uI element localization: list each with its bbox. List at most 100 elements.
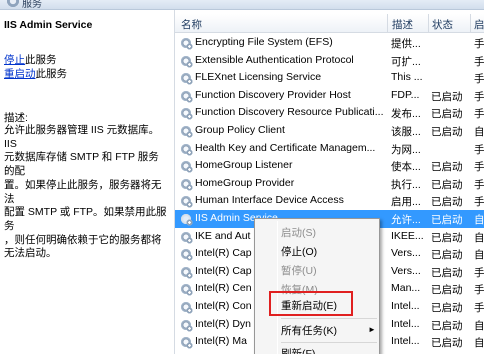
service-description-cell: Intel... bbox=[391, 335, 420, 348]
menu-item-all-tasks[interactable]: 所有任务(K) bbox=[281, 323, 337, 338]
description-line: 元数据库存储 SMTP 和 FTP 服务的配 bbox=[4, 151, 159, 178]
service-name-cell: HomeGroup Provider bbox=[195, 176, 295, 189]
service-name-cell: Group Policy Client bbox=[195, 123, 285, 136]
service-startup-cell: 手 bbox=[474, 55, 484, 68]
description-text: 允许此服务器管理 IIS 元数据库。IIS 元数据库存储 SMTP 和 FTP … bbox=[4, 124, 168, 261]
service-status-cell: 已启动 bbox=[431, 90, 463, 103]
service-status-cell: 已启动 bbox=[431, 266, 463, 279]
title-bar: 服务 bbox=[0, 0, 484, 10]
services-gear-icon bbox=[6, 0, 20, 8]
service-status-cell: 已启动 bbox=[431, 125, 463, 138]
column-header-name[interactable]: 名称 bbox=[181, 17, 202, 32]
service-startup-cell: 自 bbox=[474, 231, 484, 244]
service-startup-cell: 自 bbox=[474, 213, 484, 226]
service-description-cell: 启用... bbox=[391, 196, 421, 209]
service-name-cell: Human Interface Device Access bbox=[195, 194, 344, 207]
service-name-cell: Encrypting File System (EFS) bbox=[195, 36, 333, 48]
column-header-startup-type[interactable]: 启 bbox=[474, 17, 484, 32]
stop-service-link[interactable]: 停止 bbox=[4, 54, 25, 66]
service-description-cell: Vers... bbox=[391, 264, 421, 277]
table-row[interactable]: FLEXnet Licensing Service This ... 手 bbox=[175, 69, 484, 87]
service-startup-cell: 手 bbox=[474, 284, 484, 297]
service-gear-icon bbox=[180, 336, 193, 350]
table-row[interactable]: Group Policy Client 该服... 已启动自 bbox=[175, 122, 484, 140]
service-description-cell: IKEE... bbox=[391, 229, 424, 242]
menu-item-stop[interactable]: 停止(O) bbox=[281, 244, 317, 259]
service-status-cell: 已启动 bbox=[431, 301, 463, 314]
restart-service-line: 重启动此服务 bbox=[4, 66, 67, 81]
description-pane: IIS Admin Service 停止此服务 重启动此服务 描述: 允许此服务… bbox=[0, 10, 173, 354]
service-gear-icon bbox=[180, 265, 193, 279]
service-status-cell: 已启动 bbox=[431, 213, 463, 226]
service-gear-icon bbox=[180, 195, 193, 209]
service-name-cell: Health Key and Certificate Managem... bbox=[195, 141, 376, 154]
menu-separator bbox=[281, 342, 377, 343]
service-description-cell: Intel... bbox=[391, 317, 420, 330]
service-name-cell: FLEXnet Licensing Service bbox=[195, 71, 322, 84]
submenu-arrow-icon: ► bbox=[368, 325, 376, 334]
description-line: 置。如果停止此服务，服务器将无法 bbox=[4, 178, 162, 205]
service-description-cell: 提供... bbox=[391, 38, 421, 50]
table-row[interactable]: HomeGroup Provider 执行... 已启动手 bbox=[175, 175, 484, 193]
service-status-cell: 已启动 bbox=[431, 196, 463, 209]
service-gear-icon bbox=[180, 248, 193, 262]
service-status-cell: 已启动 bbox=[431, 178, 463, 191]
table-row[interactable]: Function Discovery Provider Host FDP... 已启… bbox=[175, 87, 484, 105]
column-header-description[interactable]: 描述 bbox=[392, 17, 413, 32]
service-gear-icon bbox=[180, 230, 193, 244]
service-startup-cell: 手 bbox=[474, 266, 484, 279]
table-row[interactable]: Encrypting File System (EFS) 提供... 手 bbox=[175, 34, 484, 52]
service-gear-icon bbox=[180, 300, 193, 314]
window-title: 服务 bbox=[22, 0, 42, 10]
service-startup-cell: 自 bbox=[474, 249, 484, 262]
service-startup-cell: 手 bbox=[474, 38, 484, 50]
stop-service-line: 停止此服务 bbox=[4, 52, 57, 67]
service-description-cell: Intel... bbox=[391, 299, 420, 312]
service-description-cell: 执行... bbox=[391, 178, 421, 191]
service-name-cell: Function Discovery Resource Publicati... bbox=[195, 106, 384, 119]
restart-highlight-box bbox=[269, 291, 353, 316]
service-status-cell: 已启动 bbox=[431, 337, 463, 350]
service-status-cell: 已启动 bbox=[431, 108, 463, 121]
service-description-cell: 该服... bbox=[391, 125, 421, 138]
restart-service-link[interactable]: 重启动 bbox=[4, 68, 36, 80]
table-row[interactable]: HomeGroup Listener 使本... 已启动手 bbox=[175, 157, 484, 175]
service-startup-cell: 手 bbox=[474, 108, 484, 121]
column-divider[interactable] bbox=[387, 14, 388, 33]
table-row[interactable]: Function Discovery Resource Publicati...… bbox=[175, 104, 484, 122]
service-description-cell: 为网... bbox=[391, 143, 421, 156]
description-line: 无法启动。 bbox=[4, 247, 57, 260]
menu-item-start[interactable]: 启动(S) bbox=[281, 225, 316, 240]
service-gear-icon bbox=[180, 37, 193, 50]
service-name-cell: HomeGroup Listener bbox=[195, 159, 293, 172]
service-description-cell: 使本... bbox=[391, 161, 421, 174]
service-startup-cell: 手 bbox=[474, 73, 484, 86]
service-gear-icon bbox=[180, 177, 193, 191]
column-divider[interactable] bbox=[428, 14, 429, 33]
service-gear-icon bbox=[180, 212, 193, 226]
restart-service-suffix: 此服务 bbox=[35, 68, 68, 80]
context-menu: 启动(S) 停止(O) 暂停(U) 恢复(M) 重新启动(E) 所有任务(K) … bbox=[254, 218, 380, 354]
table-row[interactable]: Extensible Authentication Protocol 可扩... 手 bbox=[175, 52, 484, 70]
menu-item-pause[interactable]: 暂停(U) bbox=[281, 263, 317, 278]
service-name-cell: Extensible Authentication Protocol bbox=[195, 53, 354, 66]
column-header-status[interactable]: 状态 bbox=[432, 17, 453, 32]
service-startup-cell: 手 bbox=[474, 143, 484, 156]
menu-item-refresh[interactable]: 刷新(F) bbox=[281, 346, 315, 354]
description-line: ，则任何明确依赖于它的服务都将 bbox=[4, 233, 162, 246]
service-gear-icon bbox=[180, 89, 193, 103]
service-gear-icon bbox=[180, 54, 193, 68]
service-description-cell: 可扩... bbox=[391, 55, 421, 68]
table-row[interactable]: Human Interface Device Access 启用... 已启动手 bbox=[175, 192, 484, 210]
service-startup-cell: 自 bbox=[474, 337, 484, 350]
service-startup-cell: 手 bbox=[474, 161, 484, 174]
service-startup-cell: 自 bbox=[474, 319, 484, 332]
service-startup-cell: 手 bbox=[474, 196, 484, 209]
service-gear-icon bbox=[180, 318, 193, 332]
service-status-cell: 已启动 bbox=[431, 249, 463, 262]
service-startup-cell: 手 bbox=[474, 90, 484, 103]
service-startup-cell: 手 bbox=[474, 301, 484, 314]
column-divider[interactable] bbox=[470, 14, 471, 33]
service-name-cell: Function Discovery Provider Host bbox=[195, 88, 351, 101]
table-row[interactable]: Health Key and Certificate Managem... 为网.… bbox=[175, 140, 484, 158]
